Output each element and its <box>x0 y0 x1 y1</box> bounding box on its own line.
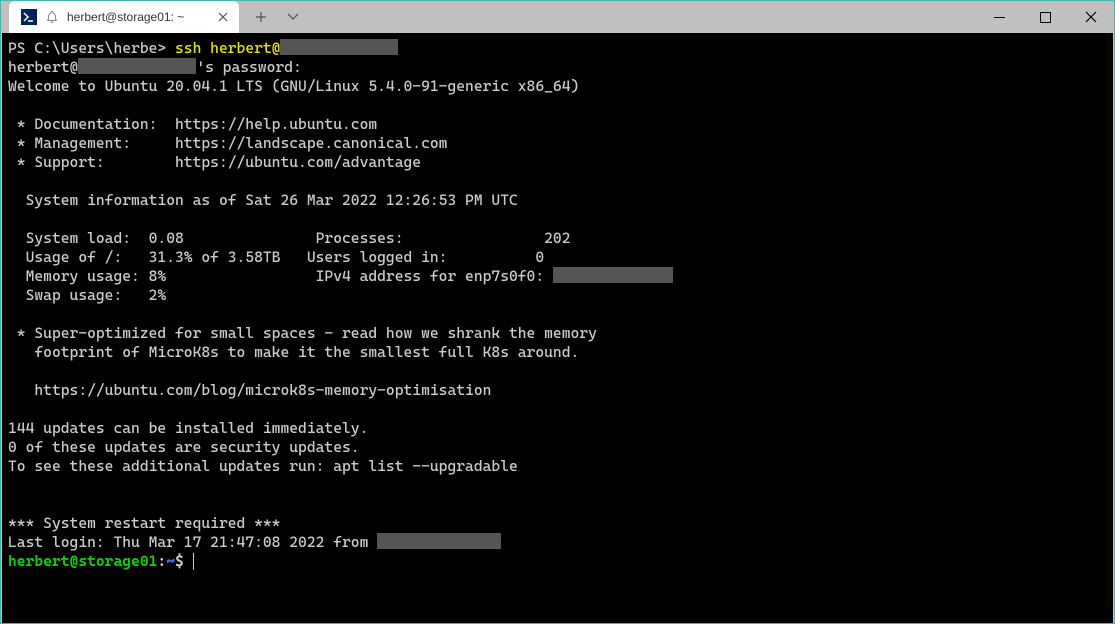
prompt-dollar: $ <box>175 552 193 570</box>
support-line: * Support: https://ubuntu.com/advantage <box>8 153 421 171</box>
new-tab-button[interactable] <box>245 3 277 31</box>
ps-prompt: PS C:\Users\herbe> <box>8 39 175 57</box>
pw-line-b: 's password: <box>196 58 301 76</box>
opt-line1: * Super-optimized for small spaces - rea… <box>8 324 597 342</box>
usage-line: Usage of /: 31.3% of 3.58TB Users logged… <box>8 248 544 266</box>
tab-dropdown-button[interactable] <box>277 3 309 31</box>
prompt-path: ~ <box>166 552 175 570</box>
opt-line2: footprint of MicroK8s to make it the sma… <box>8 343 579 361</box>
restart-line: *** System restart required *** <box>8 514 280 532</box>
sysinfo-header: System information as of Sat 26 Mar 2022… <box>8 191 518 209</box>
pw-line-a: herbert@ <box>8 58 78 76</box>
powershell-icon <box>21 9 37 25</box>
prompt-user: herbert@storage01 <box>8 552 157 570</box>
mem-line: Memory usage: 8% IPv4 address for enp7s0… <box>8 267 553 285</box>
window-controls <box>976 1 1114 33</box>
redacted-host2 <box>78 58 196 74</box>
tabbar-actions <box>245 3 309 31</box>
swap-line: Swap usage: 2% <box>8 286 166 304</box>
sysload-line: System load: 0.08 Processes: 202 <box>8 229 571 247</box>
updates-line2: 0 of these updates are security updates. <box>8 438 360 456</box>
prompt-colon: : <box>157 552 166 570</box>
terminal-body[interactable]: PS C:\Users\herbe> ssh herbert@ herbert@… <box>2 33 1113 623</box>
cursor <box>193 553 194 570</box>
maximize-button[interactable] <box>1022 1 1068 33</box>
tab-close-button[interactable] <box>215 9 231 25</box>
updates-line3: To see these additional updates run: apt… <box>8 457 518 475</box>
tab-title: herbert@storage01: ~ <box>67 10 215 24</box>
minimize-button[interactable] <box>976 1 1022 33</box>
redacted-from <box>377 533 501 549</box>
redacted-ip <box>553 267 673 283</box>
lastlogin-line: Last login: Thu Mar 17 21:47:08 2022 fro… <box>8 533 377 551</box>
updates-line1: 144 updates can be installed immediately… <box>8 419 368 437</box>
tab-active[interactable]: herbert@storage01: ~ <box>9 1 239 33</box>
bell-icon <box>45 10 59 24</box>
mgmt-line: * Management: https://landscape.canonica… <box>8 134 447 152</box>
titlebar: herbert@storage01: ~ <box>1 1 1114 33</box>
doc-line: * Documentation: https://help.ubuntu.com <box>8 115 377 133</box>
redacted-host <box>280 39 398 55</box>
close-button[interactable] <box>1068 1 1114 33</box>
welcome-line: Welcome to Ubuntu 20.04.1 LTS (GNU/Linux… <box>8 77 579 95</box>
ssh-command: ssh herbert@ <box>175 39 280 57</box>
opt-link: https://ubuntu.com/blog/microk8s-memory-… <box>8 381 491 399</box>
